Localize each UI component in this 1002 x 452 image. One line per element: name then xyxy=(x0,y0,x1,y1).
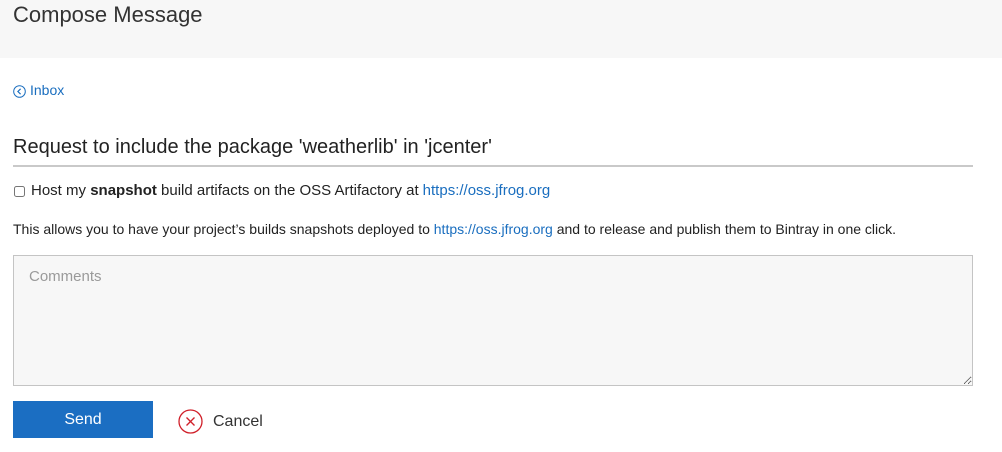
snapshot-label: Host my snapshot build artifacts on the … xyxy=(31,182,419,199)
chevron-left-circle-icon xyxy=(13,84,26,98)
message-subject: Request to include the package 'weatherl… xyxy=(13,134,973,167)
oss-artifactory-link[interactable]: https://oss.jfrog.org xyxy=(423,181,551,201)
inbox-link-label: Inbox xyxy=(30,82,65,98)
inbox-back-link[interactable]: Inbox xyxy=(13,81,64,99)
snapshot-option: Host my snapshot build artifacts on the … xyxy=(13,181,550,201)
cancel-button[interactable]: Cancel xyxy=(178,409,263,434)
comments-textarea[interactable] xyxy=(13,255,973,386)
cancel-label: Cancel xyxy=(213,412,263,430)
page-header: Compose Message xyxy=(0,0,1002,58)
snapshot-keyword: snapshot xyxy=(90,182,157,199)
snapshot-checkbox[interactable] xyxy=(14,185,25,197)
oss-jfrog-info-link[interactable]: https://oss.jfrog.org xyxy=(434,221,553,237)
close-circle-icon xyxy=(178,409,203,434)
snapshot-info-text: This allows you to have your project’s b… xyxy=(13,221,897,237)
send-button[interactable]: Send xyxy=(13,401,153,438)
page-title: Compose Message xyxy=(13,2,203,27)
